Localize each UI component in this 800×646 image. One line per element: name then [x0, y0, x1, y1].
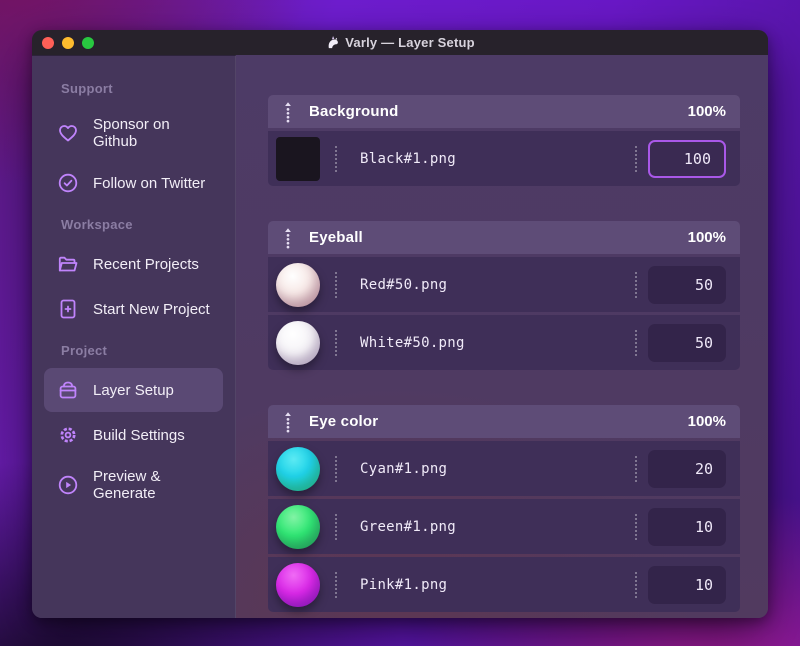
divider — [335, 513, 337, 540]
group-weight: 100% — [687, 229, 726, 246]
layer-filename: White#50.png — [360, 334, 465, 351]
layer-thumbnail — [276, 320, 320, 365]
group-title: Eyeball — [309, 229, 363, 246]
drag-handle-icon[interactable] — [282, 411, 294, 433]
section-label: Workspace — [61, 217, 133, 232]
divider — [635, 271, 637, 298]
sidebar-item-follow-on-twitter[interactable]: Follow on Twitter — [44, 161, 223, 205]
layer-thumbnail — [276, 562, 320, 607]
layer-weight-input[interactable] — [648, 323, 726, 362]
layer-row-pink[interactable]: Pink#1.png — [268, 557, 740, 612]
sidebar-item-label: Build Settings — [93, 426, 185, 444]
layer-group-eyeball: Eyeball 100% Red#50.png White#50.png — [268, 221, 740, 370]
unicorn-app-icon — [328, 35, 339, 49]
window-title: Varly — Layer Setup — [345, 35, 475, 50]
sidebar-item-label: Recent Projects — [93, 255, 199, 273]
layer-filename: Pink#1.png — [360, 576, 448, 593]
layer-row-green[interactable]: Green#1.png — [268, 499, 740, 554]
sidebar-item-label: Layer Setup — [93, 381, 174, 399]
layer-group-background: Background 100% Black#1.png — [268, 95, 740, 186]
sidebar: Support Sponsor on Github Follow on Twit… — [32, 55, 236, 618]
divider — [335, 571, 337, 598]
sidebar-section-project: Project Layer Setup Build Settings Previ… — [44, 343, 223, 512]
sidebar-item-label: Sponsor on Github — [93, 116, 170, 150]
document-plus-icon — [56, 297, 80, 321]
divider — [335, 271, 337, 298]
layer-row-white[interactable]: White#50.png — [268, 315, 740, 370]
layer-row-red[interactable]: Red#50.png — [268, 257, 740, 312]
heart-icon — [56, 121, 80, 145]
divider — [335, 145, 337, 172]
layer-thumbnail — [276, 262, 320, 307]
sidebar-section-workspace: Workspace Recent Projects Start New Proj… — [44, 217, 223, 331]
play-circle-icon — [56, 473, 80, 497]
close-button[interactable] — [42, 36, 54, 49]
group-header: Eyeball 100% — [268, 221, 740, 254]
app-window: Varly — Layer Setup Support Sponsor on G… — [32, 30, 768, 618]
layer-row-cyan[interactable]: Cyan#1.png — [268, 441, 740, 496]
layer-group-eye-color: Eye color 100% Cyan#1.png Green#1.png — [268, 405, 740, 612]
divider — [635, 455, 637, 482]
layer-thumbnail — [276, 446, 320, 491]
sidebar-item-build-settings[interactable]: Build Settings — [44, 413, 223, 457]
badge-check-icon — [56, 171, 80, 195]
zoom-button[interactable] — [82, 36, 94, 49]
sidebar-item-label: Preview & Generate — [93, 468, 161, 502]
divider — [635, 571, 637, 598]
layer-weight-input[interactable] — [648, 265, 726, 304]
sidebar-item-preview-generate[interactable]: Preview & Generate — [44, 458, 223, 512]
group-weight: 100% — [687, 103, 726, 120]
section-label: Project — [61, 343, 108, 358]
group-title: Eye color — [309, 413, 379, 430]
gear-icon — [56, 423, 80, 447]
layer-weight-input[interactable] — [648, 565, 726, 604]
divider — [635, 513, 637, 540]
divider — [335, 329, 337, 356]
sidebar-item-label: Follow on Twitter — [93, 174, 206, 192]
divider — [335, 455, 337, 482]
section-label: Support — [61, 81, 113, 96]
minimize-button[interactable] — [62, 36, 74, 49]
sidebar-item-recent-projects[interactable]: Recent Projects — [44, 242, 223, 286]
traffic-lights — [42, 36, 94, 49]
sidebar-item-layer-setup[interactable]: Layer Setup — [44, 368, 223, 412]
layer-filename: Red#50.png — [360, 276, 448, 293]
sidebar-section-support: Support Sponsor on Github Follow on Twit… — [44, 81, 223, 205]
group-header: Eye color 100% — [268, 405, 740, 438]
layer-weight-input[interactable] — [648, 507, 726, 546]
layer-filename: Cyan#1.png — [360, 460, 448, 477]
drag-handle-icon[interactable] — [282, 227, 294, 249]
sidebar-item-label: Start New Project — [93, 300, 210, 318]
sidebar-item-sponsor-on-github[interactable]: Sponsor on Github — [44, 106, 223, 160]
folder-open-icon — [56, 252, 80, 276]
layer-weight-input[interactable] — [648, 449, 726, 488]
group-weight: 100% — [687, 413, 726, 430]
layer-row-black[interactable]: Black#1.png — [268, 131, 740, 186]
layer-thumbnail — [276, 504, 320, 549]
divider — [635, 329, 637, 356]
layer-thumbnail — [276, 136, 320, 181]
group-title: Background — [309, 103, 399, 120]
titlebar: Varly — Layer Setup — [32, 30, 768, 55]
layer-filename: Black#1.png — [360, 150, 457, 167]
layer-setup-panel: Background 100% Black#1.png Eyeball — [236, 55, 768, 618]
group-header: Background 100% — [268, 95, 740, 128]
layer-weight-input[interactable] — [648, 139, 726, 178]
archive-box-icon — [56, 378, 80, 402]
sidebar-item-start-new-project[interactable]: Start New Project — [44, 287, 223, 331]
divider — [635, 145, 637, 172]
drag-handle-icon[interactable] — [282, 101, 294, 123]
layer-filename: Green#1.png — [360, 518, 457, 535]
